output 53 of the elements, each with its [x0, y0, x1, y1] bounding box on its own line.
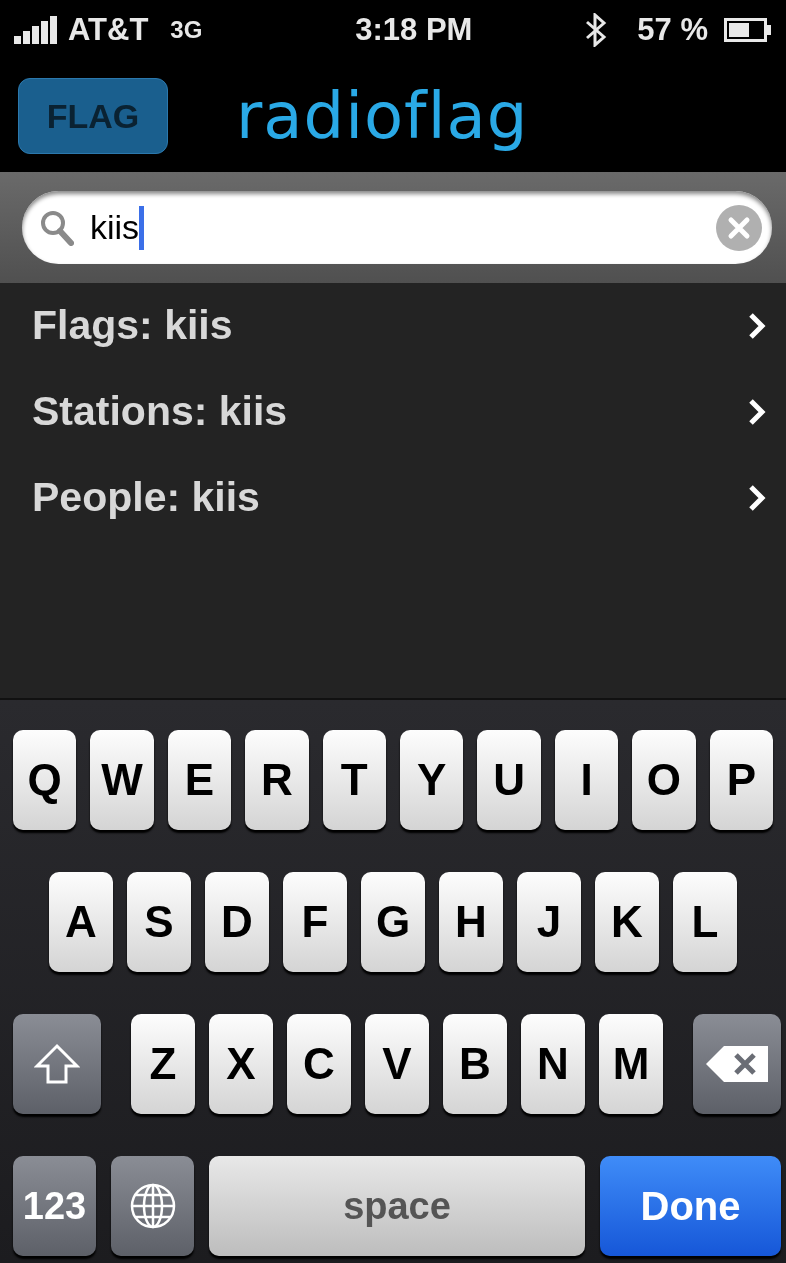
- letter-key[interactable]: R: [245, 730, 309, 830]
- letter-key[interactable]: V: [365, 1014, 429, 1114]
- chevron-icon: [748, 398, 766, 426]
- chevron-icon: [748, 312, 766, 340]
- globe-icon: [128, 1182, 177, 1230]
- letter-key[interactable]: X: [209, 1014, 273, 1114]
- app-logo: radioflag: [236, 78, 529, 155]
- shift-key[interactable]: [13, 1014, 101, 1114]
- letter-key[interactable]: F: [283, 872, 347, 972]
- letter-key[interactable]: W: [90, 730, 154, 830]
- result-row[interactable]: People: kiis: [0, 455, 786, 541]
- letter-key[interactable]: J: [517, 872, 581, 972]
- backspace-icon: [706, 1046, 768, 1082]
- letter-key[interactable]: T: [322, 730, 386, 830]
- letter-key[interactable]: U: [477, 730, 541, 830]
- result-row[interactable]: Flags: kiis: [0, 283, 786, 369]
- letter-key[interactable]: Y: [400, 730, 464, 830]
- letter-key[interactable]: B: [443, 1014, 507, 1114]
- network-type: 3G: [170, 15, 203, 45]
- clock-time: 3:18 PM: [355, 10, 473, 49]
- done-key[interactable]: Done: [600, 1156, 781, 1256]
- search-text: kiis: [90, 207, 140, 248]
- space-key[interactable]: space: [209, 1156, 585, 1256]
- letter-key[interactable]: K: [595, 872, 659, 972]
- bluetooth-icon: [585, 13, 608, 47]
- numbers-key[interactable]: 123: [13, 1156, 96, 1256]
- letter-key[interactable]: H: [439, 872, 503, 972]
- chevron-icon: [748, 484, 766, 512]
- shift-icon: [34, 1043, 80, 1085]
- letter-key[interactable]: E: [167, 730, 232, 830]
- globe-key[interactable]: [111, 1156, 194, 1256]
- search-icon: [40, 209, 74, 246]
- letter-key[interactable]: I: [554, 730, 619, 830]
- signal-icon: [14, 16, 60, 44]
- carrier-name: AT&T: [68, 10, 149, 49]
- letter-key[interactable]: D: [205, 872, 269, 972]
- letter-key[interactable]: L: [673, 872, 737, 972]
- delete-key[interactable]: [693, 1014, 781, 1114]
- letter-key[interactable]: O: [632, 730, 696, 830]
- letter-key[interactable]: P: [709, 730, 774, 830]
- battery-percent: 57 %: [637, 10, 708, 49]
- letter-key[interactable]: S: [127, 872, 191, 972]
- battery-icon: [724, 18, 772, 42]
- letter-key[interactable]: Z: [131, 1014, 195, 1114]
- text-cursor: [139, 205, 145, 250]
- result-row[interactable]: Stations: kiis: [0, 369, 786, 455]
- letter-key[interactable]: Q: [12, 730, 77, 830]
- letter-key[interactable]: N: [521, 1014, 585, 1114]
- letter-key[interactable]: A: [49, 872, 113, 972]
- search-field[interactable]: kiis: [22, 191, 772, 264]
- letter-key[interactable]: G: [361, 872, 425, 972]
- letter-key[interactable]: C: [287, 1014, 351, 1114]
- letter-key[interactable]: M: [599, 1014, 663, 1114]
